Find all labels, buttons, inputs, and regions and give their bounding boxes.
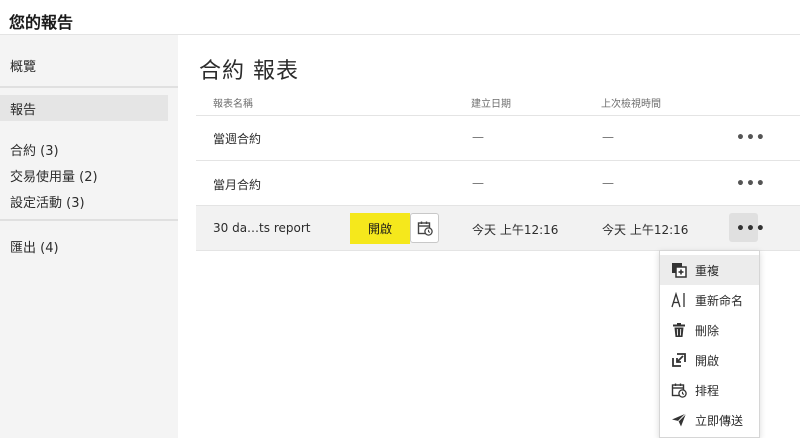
menu-item-delete[interactable]: 刪除 xyxy=(660,315,759,345)
table-row-last-viewed: 今天 上午12:16 xyxy=(602,223,689,237)
menu-item-label: 開啟 xyxy=(695,353,720,368)
menu-item-send-now[interactable]: 立即傳送 xyxy=(660,405,759,435)
sidebar-divider xyxy=(0,219,178,221)
sidebar-item-exports[interactable]: 匯出 (4) xyxy=(10,237,59,256)
column-header-last-viewed[interactable]: 上次檢視時間 xyxy=(601,95,661,110)
sidebar-divider xyxy=(0,86,178,88)
table-row-name[interactable]: 當週合約 xyxy=(213,130,261,147)
menu-item-rename[interactable]: 重新命名 xyxy=(660,285,759,315)
trash-icon xyxy=(671,322,687,338)
context-menu: 重複 重新命名 刪除 開啟 排程 立即傳送 xyxy=(659,250,760,438)
table-row-created: — xyxy=(472,176,484,190)
more-options-button[interactable]: ••• xyxy=(736,221,766,237)
menu-item-schedule[interactable]: 排程 xyxy=(660,375,759,405)
menu-item-label: 刪除 xyxy=(695,323,720,338)
sidebar-item-transactions[interactable]: 交易使用量 (2) xyxy=(10,166,98,185)
menu-item-duplicate[interactable]: 重複 xyxy=(660,255,759,285)
duplicate-icon xyxy=(671,262,687,278)
sidebar-item-reports[interactable]: 報告 xyxy=(10,99,36,118)
open-button[interactable]: 開啟 xyxy=(350,213,410,244)
menu-item-label: 重複 xyxy=(695,263,720,278)
table-row-name[interactable]: 當月合約 xyxy=(213,176,261,193)
sidebar-item-contracts[interactable]: 合約 (3) xyxy=(10,140,59,159)
open-icon xyxy=(671,352,687,368)
rename-icon xyxy=(671,292,687,308)
more-options-button[interactable]: ••• xyxy=(736,130,766,146)
app-title: 您的報告 xyxy=(9,13,74,32)
sidebar-item-overview[interactable]: 概覽 xyxy=(10,56,36,75)
row-divider xyxy=(196,160,800,161)
send-icon xyxy=(671,412,687,428)
menu-item-label: 排程 xyxy=(695,383,720,398)
menu-item-label: 重新命名 xyxy=(695,293,744,308)
calendar-icon xyxy=(671,382,687,398)
more-options-button[interactable]: ••• xyxy=(736,176,766,192)
column-header-created[interactable]: 建立日期 xyxy=(471,95,511,110)
menu-item-open[interactable]: 開啟 xyxy=(660,345,759,375)
schedule-button[interactable] xyxy=(410,213,439,243)
table-row-name[interactable]: 30 da…ts report xyxy=(213,221,310,235)
table-row-last-viewed: — xyxy=(602,130,614,144)
table-row-created: — xyxy=(472,130,484,144)
sidebar-item-setup-activity[interactable]: 設定活動 (3) xyxy=(10,192,85,211)
calendar-icon xyxy=(417,221,433,236)
table-row-created: 今天 上午12:16 xyxy=(472,223,559,237)
column-header-name[interactable]: 報表名稱 xyxy=(213,95,253,110)
row-divider xyxy=(196,115,800,116)
page-title: 合約 報表 xyxy=(199,59,299,84)
menu-item-label: 立即傳送 xyxy=(695,413,744,428)
table-row-last-viewed: — xyxy=(602,176,614,190)
